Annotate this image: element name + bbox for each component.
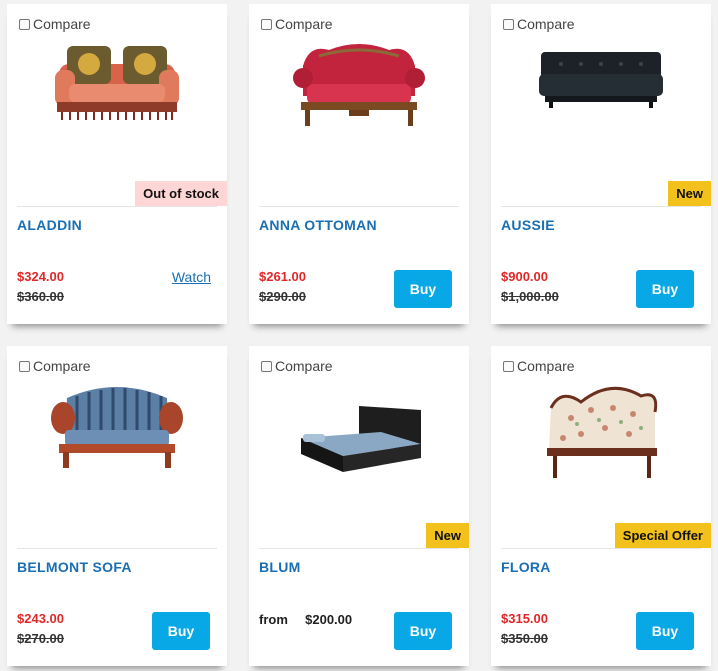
product-title-link[interactable]: BLUM bbox=[259, 559, 301, 575]
product-image[interactable] bbox=[249, 36, 469, 156]
buy-button[interactable]: Buy bbox=[636, 270, 694, 308]
compare-checkbox[interactable] bbox=[19, 360, 30, 372]
product-title-link[interactable]: FLORA bbox=[501, 559, 551, 575]
divider bbox=[259, 548, 459, 549]
status-badge: Out of stock bbox=[135, 181, 227, 206]
product-card-anna-ottoman: Compare ANNA OTTOMAN $261.00 $290.00 Buy bbox=[249, 4, 469, 324]
sofa-belmont-icon bbox=[51, 387, 183, 468]
product-card-aussie: Compare New AUSSIE $900.00 $1,000.00 Buy bbox=[491, 4, 711, 324]
compare-toggle[interactable]: Compare bbox=[19, 358, 91, 374]
sale-price: $261.00 bbox=[259, 269, 306, 284]
product-title-link[interactable]: BELMONT SOFA bbox=[17, 559, 132, 575]
product-image[interactable] bbox=[491, 36, 711, 156]
buy-button[interactable]: Buy bbox=[152, 612, 210, 650]
original-price: $290.00 bbox=[259, 289, 306, 304]
divider bbox=[259, 206, 459, 207]
product-card-belmont-sofa: Compare BELMONT SOFA $243.00 $270.00 Buy bbox=[7, 346, 227, 666]
product-image[interactable] bbox=[7, 36, 227, 156]
compare-label: Compare bbox=[33, 16, 91, 32]
compare-label: Compare bbox=[275, 16, 333, 32]
compare-checkbox[interactable] bbox=[261, 18, 272, 30]
compare-label: Compare bbox=[517, 358, 575, 374]
compare-checkbox[interactable] bbox=[19, 18, 30, 30]
product-card-blum: Compare New BLUM from $200.00 Buy bbox=[249, 346, 469, 666]
sale-price: $324.00 bbox=[17, 269, 64, 284]
compare-toggle[interactable]: Compare bbox=[19, 16, 91, 32]
compare-toggle[interactable]: Compare bbox=[503, 358, 575, 374]
original-price: $360.00 bbox=[17, 289, 64, 304]
sale-price: $243.00 bbox=[17, 611, 64, 626]
compare-toggle[interactable]: Compare bbox=[261, 16, 333, 32]
compare-checkbox[interactable] bbox=[503, 360, 514, 372]
from-amount: $200.00 bbox=[305, 612, 353, 627]
buy-button[interactable]: Buy bbox=[636, 612, 694, 650]
compare-checkbox[interactable] bbox=[261, 360, 272, 372]
buy-button[interactable]: Buy bbox=[394, 270, 452, 308]
compare-label: Compare bbox=[275, 358, 333, 374]
original-price: $350.00 bbox=[501, 631, 548, 646]
sale-price: $315.00 bbox=[501, 611, 548, 626]
product-image[interactable] bbox=[491, 378, 711, 498]
bed-blum-icon bbox=[301, 406, 421, 472]
product-title-link[interactable]: AUSSIE bbox=[501, 217, 555, 233]
divider bbox=[501, 206, 701, 207]
original-price: $270.00 bbox=[17, 631, 64, 646]
from-label: from bbox=[259, 612, 288, 627]
compare-checkbox[interactable] bbox=[503, 18, 514, 30]
watch-link[interactable]: Watch bbox=[172, 269, 211, 285]
status-badge: New bbox=[426, 523, 469, 548]
divider bbox=[501, 548, 701, 549]
product-card-flora: Compare Special Offer FLORA $315.00 $350… bbox=[491, 346, 711, 666]
status-badge: Special Offer bbox=[614, 523, 711, 548]
buy-button[interactable]: Buy bbox=[394, 612, 452, 650]
from-price: from $200.00 bbox=[259, 612, 352, 627]
sofa-anna-icon bbox=[293, 44, 425, 126]
compare-label: Compare bbox=[517, 16, 575, 32]
product-title-link[interactable]: ANNA OTTOMAN bbox=[259, 217, 377, 233]
status-badge: New bbox=[668, 181, 711, 206]
product-image[interactable] bbox=[249, 396, 469, 516]
sofa-aladdin-icon bbox=[55, 46, 179, 120]
compare-label: Compare bbox=[33, 358, 91, 374]
divider bbox=[17, 548, 217, 549]
compare-toggle[interactable]: Compare bbox=[261, 358, 333, 374]
divider bbox=[17, 206, 217, 207]
product-card-aladdin: Compare Out of stock ALADDIN $324.00 $36… bbox=[7, 4, 227, 324]
compare-toggle[interactable]: Compare bbox=[503, 16, 575, 32]
sofa-aussie-icon bbox=[539, 52, 663, 108]
sale-price: $900.00 bbox=[501, 269, 548, 284]
product-title-link[interactable]: ALADDIN bbox=[17, 217, 82, 233]
product-image[interactable] bbox=[7, 378, 227, 498]
sofa-flora-icon bbox=[547, 386, 658, 478]
original-price: $1,000.00 bbox=[501, 289, 559, 304]
